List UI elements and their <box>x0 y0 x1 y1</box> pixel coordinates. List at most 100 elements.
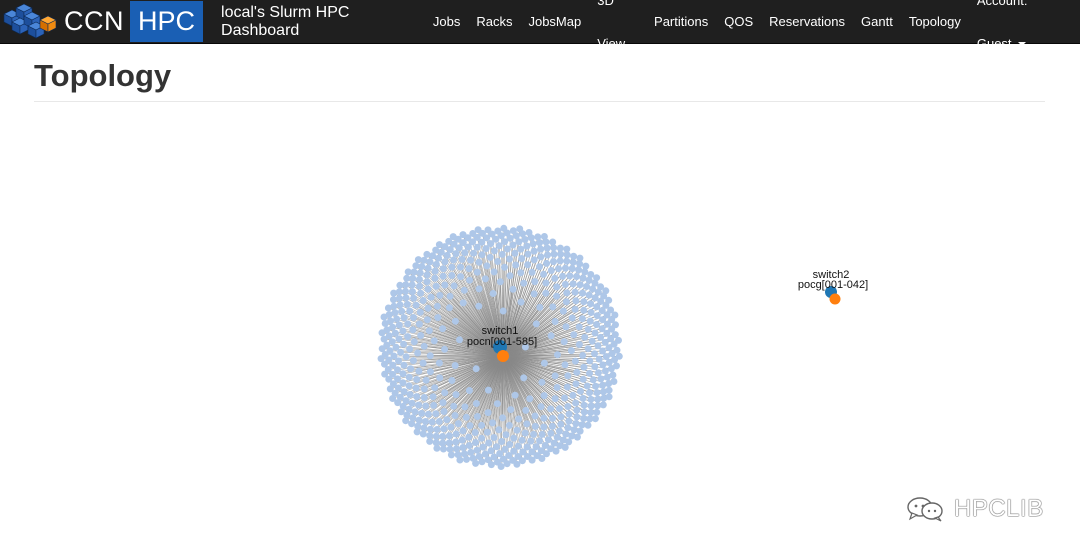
compute-node[interactable] <box>419 359 427 367</box>
compute-node[interactable] <box>567 347 575 355</box>
compute-node[interactable] <box>478 251 486 259</box>
compute-node[interactable] <box>377 355 385 363</box>
compute-node[interactable] <box>540 233 548 240</box>
compute-node[interactable] <box>458 255 466 263</box>
compute-node[interactable] <box>441 389 449 397</box>
compute-node[interactable] <box>613 346 621 354</box>
compute-node[interactable] <box>544 251 551 259</box>
compute-node[interactable] <box>498 250 506 258</box>
compute-node[interactable] <box>520 279 528 287</box>
compute-node[interactable] <box>397 408 405 416</box>
compute-node[interactable] <box>416 269 424 277</box>
compute-node[interactable] <box>553 384 561 391</box>
compute-node[interactable] <box>564 372 572 380</box>
compute-node[interactable] <box>432 282 440 290</box>
compute-node[interactable] <box>441 281 449 289</box>
compute-node[interactable] <box>509 227 517 235</box>
compute-node[interactable] <box>587 300 595 308</box>
compute-node[interactable] <box>413 376 421 383</box>
compute-node[interactable] <box>594 395 602 403</box>
compute-node[interactable] <box>586 317 594 325</box>
compute-node[interactable] <box>548 422 556 430</box>
compute-node[interactable] <box>417 289 425 297</box>
compute-node[interactable] <box>615 336 622 344</box>
compute-node[interactable] <box>594 369 602 377</box>
compute-node[interactable] <box>416 282 423 290</box>
compute-node[interactable] <box>579 274 587 282</box>
compute-node[interactable] <box>551 274 559 282</box>
compute-node[interactable] <box>516 225 524 233</box>
compute-node[interactable] <box>408 399 416 407</box>
compute-node[interactable] <box>380 313 388 321</box>
compute-node[interactable] <box>506 255 513 263</box>
compute-node[interactable] <box>561 280 569 288</box>
compute-node[interactable] <box>396 301 404 309</box>
compute-node[interactable] <box>536 437 544 445</box>
compute-node[interactable] <box>610 378 618 385</box>
compute-node[interactable] <box>485 439 493 447</box>
compute-node[interactable] <box>569 391 577 399</box>
compute-node[interactable] <box>527 437 535 445</box>
compute-node[interactable] <box>551 372 559 380</box>
compute-node[interactable] <box>515 238 523 246</box>
compute-node[interactable] <box>549 238 557 246</box>
compute-node[interactable] <box>532 320 540 328</box>
compute-node[interactable] <box>405 382 413 390</box>
compute-node[interactable] <box>564 424 572 432</box>
compute-node[interactable] <box>580 408 588 416</box>
compute-node[interactable] <box>451 412 459 419</box>
compute-node[interactable] <box>496 278 504 286</box>
compute-node[interactable] <box>570 252 578 260</box>
compute-node[interactable] <box>513 460 521 468</box>
compute-node[interactable] <box>591 363 599 371</box>
compute-node[interactable] <box>540 423 548 431</box>
compute-node[interactable] <box>439 272 447 280</box>
compute-node[interactable] <box>398 307 406 315</box>
compute-node[interactable] <box>540 359 548 367</box>
compute-node[interactable] <box>422 402 430 410</box>
compute-node[interactable] <box>443 416 451 424</box>
compute-node[interactable] <box>536 263 543 271</box>
compute-node[interactable] <box>390 296 397 304</box>
compute-node[interactable] <box>551 318 559 325</box>
compute-node[interactable] <box>573 368 581 376</box>
compute-node[interactable] <box>591 415 599 423</box>
compute-node[interactable] <box>579 375 587 383</box>
compute-node[interactable] <box>419 297 427 304</box>
compute-node[interactable] <box>440 408 448 415</box>
compute-node[interactable] <box>484 409 492 417</box>
compute-node[interactable] <box>422 376 430 384</box>
compute-node[interactable] <box>572 380 580 388</box>
compute-node[interactable] <box>473 446 481 454</box>
compute-node[interactable] <box>430 337 438 345</box>
compute-node[interactable] <box>381 320 389 327</box>
compute-node[interactable] <box>417 332 425 339</box>
compute-node[interactable] <box>439 439 447 447</box>
compute-node[interactable] <box>380 335 388 343</box>
compute-node[interactable] <box>453 445 460 453</box>
compute-node[interactable] <box>609 371 617 379</box>
compute-node[interactable] <box>436 374 444 382</box>
compute-node[interactable] <box>576 281 584 289</box>
compute-node[interactable] <box>530 430 538 438</box>
compute-node[interactable] <box>517 298 525 306</box>
compute-node[interactable] <box>568 314 576 322</box>
compute-node[interactable] <box>577 387 584 395</box>
compute-node[interactable] <box>573 273 581 280</box>
compute-node[interactable] <box>605 393 613 401</box>
compute-node[interactable] <box>448 263 456 271</box>
compute-node[interactable] <box>584 325 592 333</box>
compute-node[interactable] <box>483 428 491 436</box>
compute-node[interactable] <box>511 391 519 399</box>
compute-node[interactable] <box>613 362 620 370</box>
compute-node[interactable] <box>472 365 480 373</box>
compute-node[interactable] <box>529 240 537 248</box>
compute-node[interactable] <box>520 374 528 382</box>
compute-node[interactable] <box>586 369 593 377</box>
compute-node[interactable] <box>409 357 417 365</box>
compute-node[interactable] <box>537 403 545 411</box>
compute-node[interactable] <box>591 329 599 337</box>
compute-node[interactable] <box>410 294 418 302</box>
compute-node[interactable] <box>563 383 571 391</box>
compute-node[interactable] <box>593 389 601 397</box>
